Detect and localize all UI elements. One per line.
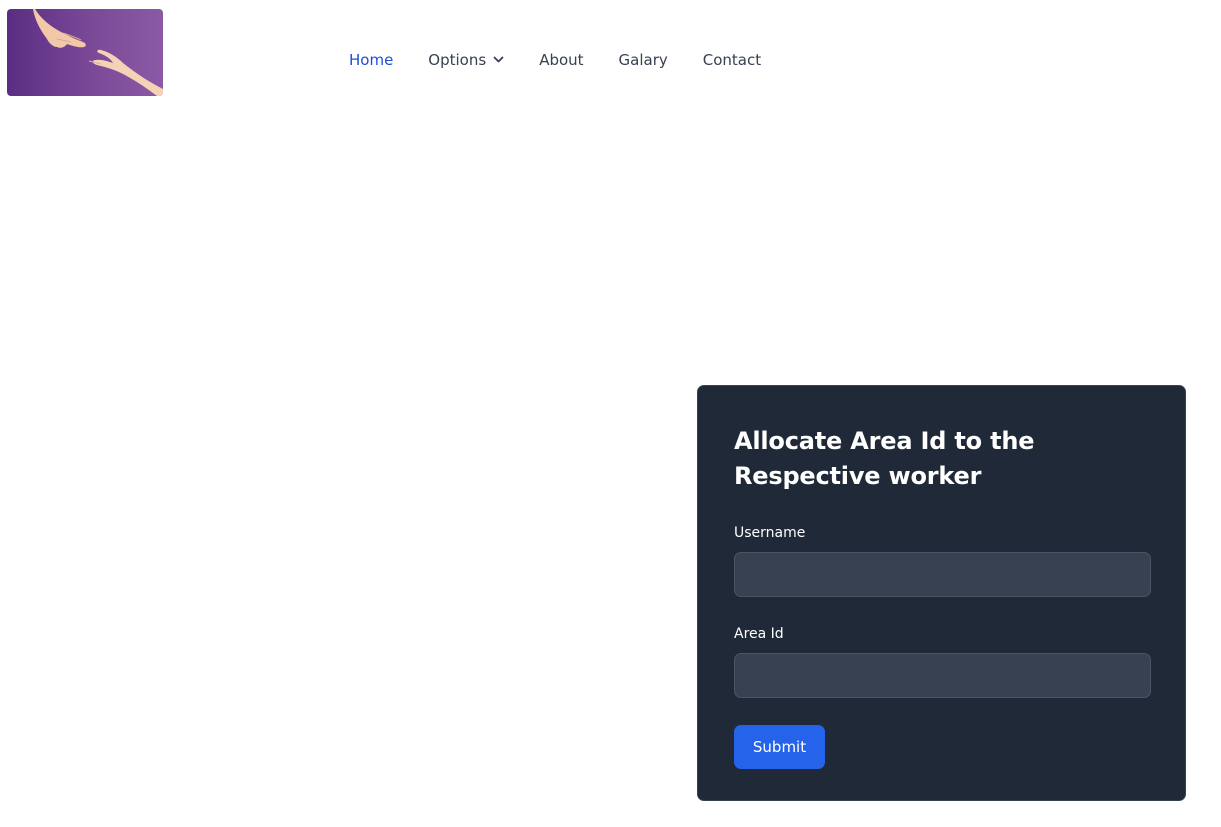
submit-button[interactable]: Submit	[734, 725, 825, 769]
nav-contact-link[interactable]: Contact	[703, 51, 761, 69]
nav-about-label: About	[539, 51, 584, 69]
site-logo[interactable]	[7, 9, 163, 96]
username-input[interactable]	[734, 552, 1151, 597]
nav-options-label: Options	[428, 51, 487, 69]
nav-galary-link[interactable]: Galary	[619, 51, 668, 69]
username-label: Username	[734, 525, 806, 541]
nav-galary-label: Galary	[618, 51, 668, 69]
area-id-label: Area Id	[734, 626, 784, 642]
nav-about-link[interactable]: About	[539, 51, 583, 69]
nav-contact-label: Contact	[702, 51, 762, 69]
allocate-area-form: Allocate Area Id to the Respective worke…	[697, 385, 1186, 801]
nav-home-label: Home	[349, 51, 394, 69]
main-nav: Home Options About Galary Contact	[349, 49, 796, 71]
nav-options-dropdown[interactable]: Options	[428, 51, 504, 69]
nav-home-link[interactable]: Home	[349, 51, 393, 69]
area-id-input[interactable]	[734, 653, 1151, 698]
chevron-down-icon	[493, 56, 504, 64]
reaching-hands-icon	[33, 9, 163, 96]
page: Home Options About Galary Contact Alloca…	[0, 0, 1221, 827]
form-title: Allocate Area Id to the Respective worke…	[734, 427, 1035, 490]
